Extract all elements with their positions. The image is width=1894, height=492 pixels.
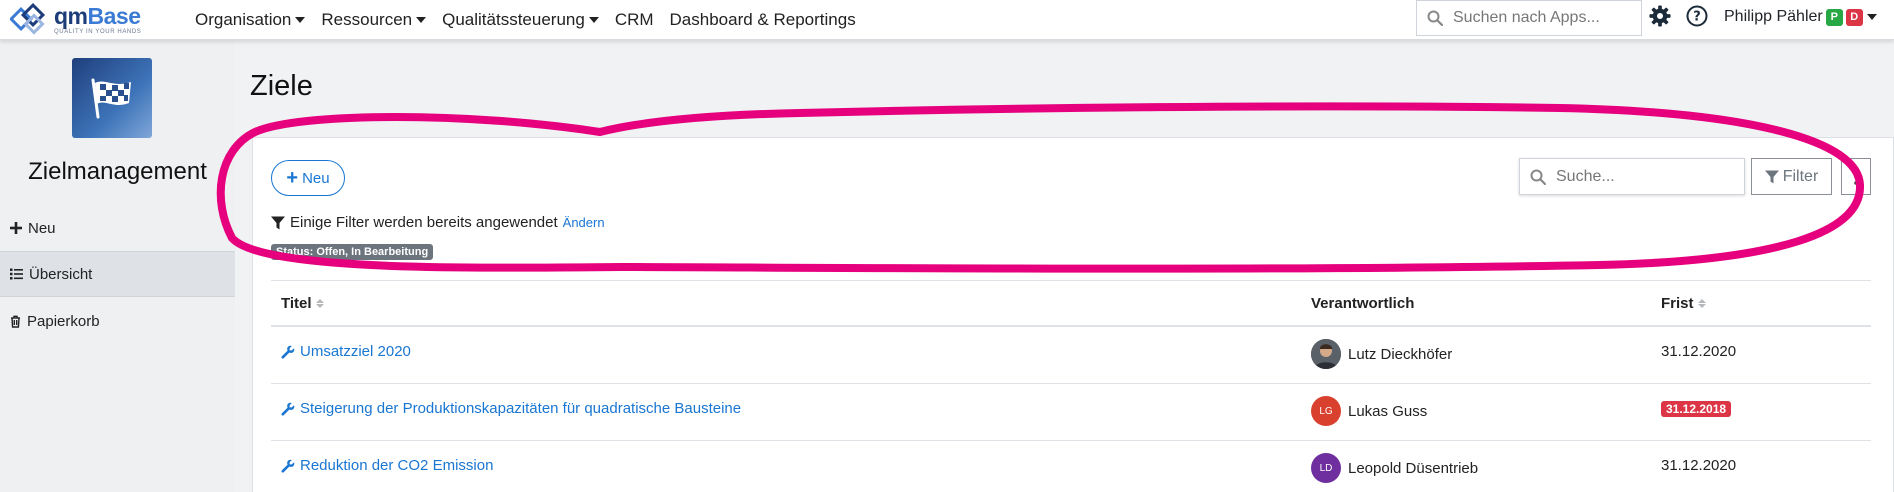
table-row: Reduktion der CO2 Emission LD Leopold Dü…: [271, 441, 1871, 492]
checkered-flag-icon: [91, 78, 131, 119]
sidebar-item-neu[interactable]: Neu: [0, 205, 235, 251]
goal-title-link[interactable]: Umsatzziel 2020: [281, 343, 411, 360]
nav-qualitaetssteuerung[interactable]: Qualitätssteuerung: [442, 10, 599, 30]
sidebar: Zielmanagement Neu Übersicht Papierkorb: [0, 40, 235, 492]
wrench-icon: [281, 459, 295, 473]
more-vertical-icon: [1854, 168, 1858, 185]
goal-search: [1519, 158, 1745, 195]
chevron-down-icon: [588, 16, 599, 23]
brand-tagline: QUALITY IN YOUR HANDS: [54, 28, 142, 35]
funnel-icon: [271, 216, 285, 229]
nav-crm[interactable]: CRM: [615, 10, 654, 30]
chevron-down-icon: [416, 16, 427, 23]
change-filter-link[interactable]: Ändern: [563, 215, 605, 230]
settings-button[interactable]: [1649, 5, 1671, 32]
chevron-down-icon: [295, 16, 306, 23]
gear-icon: [1649, 5, 1671, 27]
table-row: Steigerung der Produktionskapazitäten fü…: [271, 384, 1871, 441]
responsible-person: LD Leopold Düsentrieb: [1311, 453, 1478, 483]
column-header-verantwortlich: Verantwortlich: [1311, 295, 1415, 312]
app-icon: [72, 58, 152, 138]
more-options-button[interactable]: [1841, 158, 1871, 195]
qmbase-logo-icon: [8, 2, 52, 38]
help-button[interactable]: ?: [1686, 5, 1708, 32]
plus-icon: +: [286, 167, 299, 189]
overdue-date-badge: 31.12.2018: [1661, 401, 1732, 417]
search-icon: [1427, 10, 1443, 26]
svg-text:?: ?: [1693, 10, 1701, 25]
sidebar-item-papierkorb[interactable]: Papierkorb: [0, 298, 235, 344]
nav-dashboard-reportings[interactable]: Dashboard & Reportings: [670, 10, 856, 30]
due-date: 31.12.2020: [1661, 457, 1737, 474]
user-menu[interactable]: Philipp Pähler P D: [1724, 8, 1877, 26]
avatar: LD: [1311, 453, 1341, 483]
goal-search-input[interactable]: [1556, 167, 1726, 186]
due-date: 31.12.2018: [1661, 400, 1732, 417]
goal-title-link[interactable]: Steigerung der Produktionskapazitäten fü…: [281, 400, 741, 417]
avatar: LG: [1311, 396, 1341, 426]
top-navbar: qmBase QUALITY IN YOUR HANDS Organisatio…: [0, 0, 1894, 40]
chevron-down-icon: [1866, 14, 1877, 20]
funnel-icon: [1764, 170, 1779, 183]
due-date: 31.12.2020: [1661, 343, 1737, 360]
page-title: Ziele: [250, 70, 313, 102]
table-row: Umsatzziel 2020 Lutz Dieckhöfer 31.12.20…: [271, 327, 1871, 384]
goals-card: + Neu Einige Filter werden bereits angewe…: [252, 137, 1894, 492]
responsible-person: Lutz Dieckhöfer: [1311, 339, 1452, 369]
responsible-person: LG Lukas Guss: [1311, 396, 1427, 426]
main-menu: Organisation Ressourcen Qualitätssteueru…: [195, 10, 872, 30]
user-badge-p: P: [1825, 8, 1843, 26]
plus-icon: [10, 222, 22, 234]
app-title: Zielmanagement: [28, 158, 207, 185]
trash-icon: [11, 315, 20, 328]
sidebar-item-uebersicht[interactable]: Übersicht: [0, 251, 235, 297]
sort-icon: [1697, 299, 1706, 308]
app-search: [1416, 0, 1642, 36]
person-photo-icon: [1311, 339, 1341, 369]
wrench-icon: [281, 402, 295, 416]
goal-title-link[interactable]: Reduktion der CO2 Emission: [281, 457, 493, 474]
list-icon: [10, 268, 23, 280]
user-badge-d: D: [1845, 8, 1863, 26]
question-circle-icon: ?: [1686, 5, 1708, 27]
active-filter-notice: Einige Filter werden bereits angewendet …: [271, 214, 605, 231]
status-filter-tag[interactable]: Status: Offen, In Bearbeitung: [271, 244, 434, 260]
user-name: Philipp Pähler: [1724, 8, 1823, 25]
column-header-titel[interactable]: Titel: [281, 295, 324, 312]
nav-organisation[interactable]: Organisation: [195, 10, 306, 30]
new-goal-button[interactable]: + Neu: [271, 160, 345, 196]
table-header: Titel Verantwortlich Frist: [271, 280, 1871, 327]
app-search-input[interactable]: [1453, 9, 1623, 27]
avatar: [1311, 339, 1341, 369]
filter-button[interactable]: Filter: [1751, 158, 1832, 195]
brand-name: qmBase: [54, 2, 141, 29]
goals-table: Titel Verantwortlich Frist Umsatzziel 20…: [271, 280, 1871, 492]
brand-logo[interactable]: qmBase QUALITY IN YOUR HANDS: [8, 2, 180, 38]
sort-icon: [315, 299, 324, 308]
search-icon: [1530, 169, 1546, 185]
nav-ressourcen[interactable]: Ressourcen: [321, 10, 427, 30]
wrench-icon: [281, 345, 295, 359]
column-header-frist[interactable]: Frist: [1661, 295, 1706, 312]
